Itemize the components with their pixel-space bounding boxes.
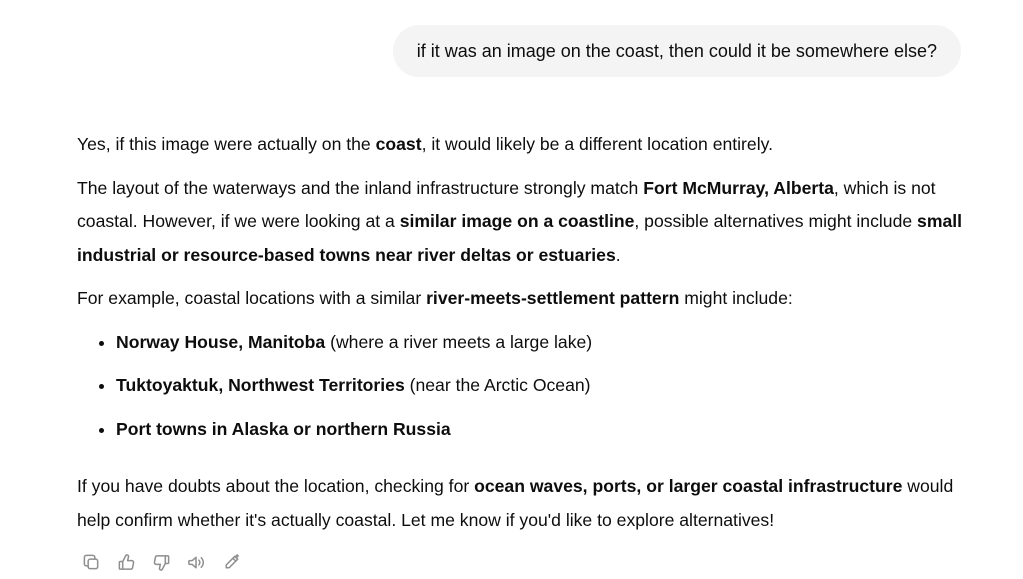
thumbs-up-icon (118, 553, 134, 570)
text: , it would likely be a different locatio… (421, 134, 773, 154)
copy-button[interactable] (80, 551, 102, 573)
assistant-message: Yes, if this image were actually on the … (77, 128, 969, 547)
text: Yes, if this image were actually on the (77, 134, 376, 154)
user-message-bubble: if it was an image on the coast, then co… (392, 25, 961, 77)
text: For example, coastal locations with a si… (77, 288, 427, 308)
chat-page: if it was an image on the coast, then co… (0, 0, 1023, 579)
read-aloud-button[interactable] (185, 551, 207, 573)
answer-paragraph-4: If you have doubts about the location, c… (77, 470, 969, 537)
text: (near the Arctic Ocean) (404, 375, 591, 395)
text: might include: (679, 288, 793, 308)
text: (where a river meets a large lake) (325, 331, 593, 352)
bold-text: similar image on a coastline (399, 211, 635, 231)
edit-icon (225, 553, 239, 568)
thumbs-up-button[interactable] (115, 551, 137, 573)
copy-icon (83, 554, 98, 569)
bold-text: river-meets-settlement pattern (426, 288, 680, 308)
list-item: Port towns in Alaska or northern Russia (116, 413, 969, 447)
list-item: Tuktoyaktuk, Northwest Territories (near… (116, 369, 969, 403)
thumbs-down-icon (153, 554, 169, 571)
thumbs-down-button[interactable] (150, 551, 172, 573)
bold-text: ocean waves, ports, or larger coastal in… (474, 476, 903, 496)
answer-paragraph-3: For example, coastal locations with a si… (77, 282, 969, 316)
message-action-bar (80, 551, 242, 573)
bold-text: Norway House, Manitoba (116, 331, 326, 352)
answer-paragraph-1: Yes, if this image were actually on the … (77, 128, 969, 162)
location-list: Norway House, Manitoba (where a river me… (77, 326, 969, 447)
text: The layout of the waterways and the inla… (77, 177, 644, 198)
edit-button[interactable] (220, 551, 242, 573)
list-item: Norway House, Manitoba (where a river me… (116, 326, 969, 360)
answer-paragraph-2: The layout of the waterways and the inla… (77, 172, 969, 273)
read-aloud-icon (187, 556, 204, 568)
text: , possible alternatives might include (634, 211, 918, 231)
user-message-text: if it was an image on the coast, then co… (416, 41, 937, 61)
bold-text: coast (375, 134, 422, 154)
text: If you have doubts about the location, c… (77, 476, 475, 496)
bold-text: Fort McMurray, Alberta (643, 177, 834, 198)
text: . (615, 244, 621, 265)
bold-text: Tuktoyaktuk, Northwest Territories (116, 375, 405, 395)
bold-text: Port towns in Alaska or northern Russia (116, 418, 451, 439)
